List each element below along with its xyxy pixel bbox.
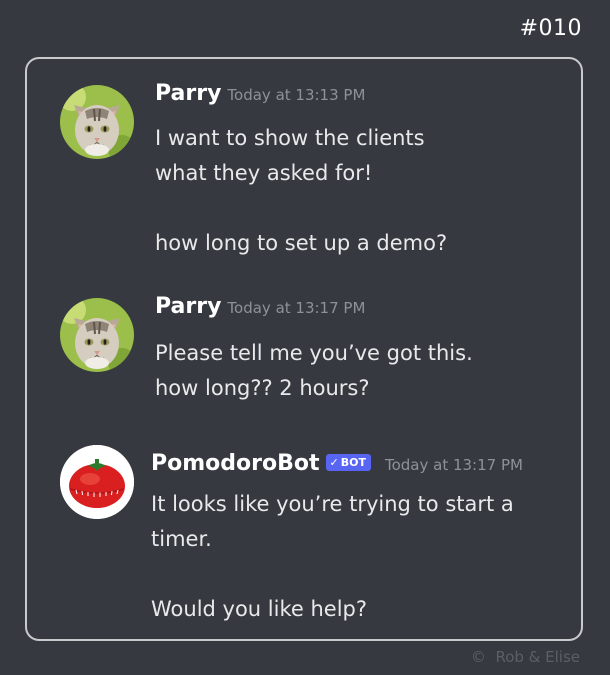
message-line: Please tell me you’ve got this.	[155, 341, 473, 365]
username[interactable]: Parry	[155, 81, 221, 106]
cat-avatar-icon[interactable]	[60, 298, 134, 372]
message-line: It looks like you’re trying to start a	[151, 492, 514, 516]
strip-number: #010	[519, 16, 582, 41]
cat-avatar-icon[interactable]	[60, 85, 134, 159]
message-line: how long?? 2 hours?	[155, 376, 370, 400]
copyright-icon: ©	[470, 648, 486, 666]
tomato-timer-icon[interactable]	[60, 445, 134, 519]
message-line: how long to set up a demo?	[155, 231, 448, 255]
credit-text: Rob & Elise	[495, 648, 580, 666]
timestamp[interactable]: Today at 13:13 PM	[227, 86, 365, 104]
message-line: Would you like help?	[151, 597, 368, 621]
message-text: It looks like you’re trying to start a t…	[151, 487, 514, 627]
timestamp[interactable]: Today at 13:17 PM	[227, 299, 365, 317]
bot-tag-label: BOT	[340, 456, 366, 469]
message-line: what they asked for!	[155, 161, 373, 185]
chat-panel: Parry Today at 13:13 PM I want to show th…	[25, 57, 583, 641]
verified-check-icon: ✓	[329, 456, 339, 469]
message-line: I want to show the clients	[155, 126, 425, 150]
username[interactable]: Parry	[155, 294, 221, 319]
message-text: Please tell me you’ve got this. how long…	[155, 336, 473, 406]
timestamp[interactable]: Today at 13:17 PM	[385, 456, 523, 474]
bot-tag-badge: ✓ BOT	[325, 454, 371, 471]
username[interactable]: PomodoroBot	[151, 451, 320, 476]
copyright-credit: © Rob & Elise	[471, 648, 580, 666]
message-line: timer.	[151, 527, 212, 551]
message-text: I want to show the clients what they ask…	[155, 121, 447, 261]
